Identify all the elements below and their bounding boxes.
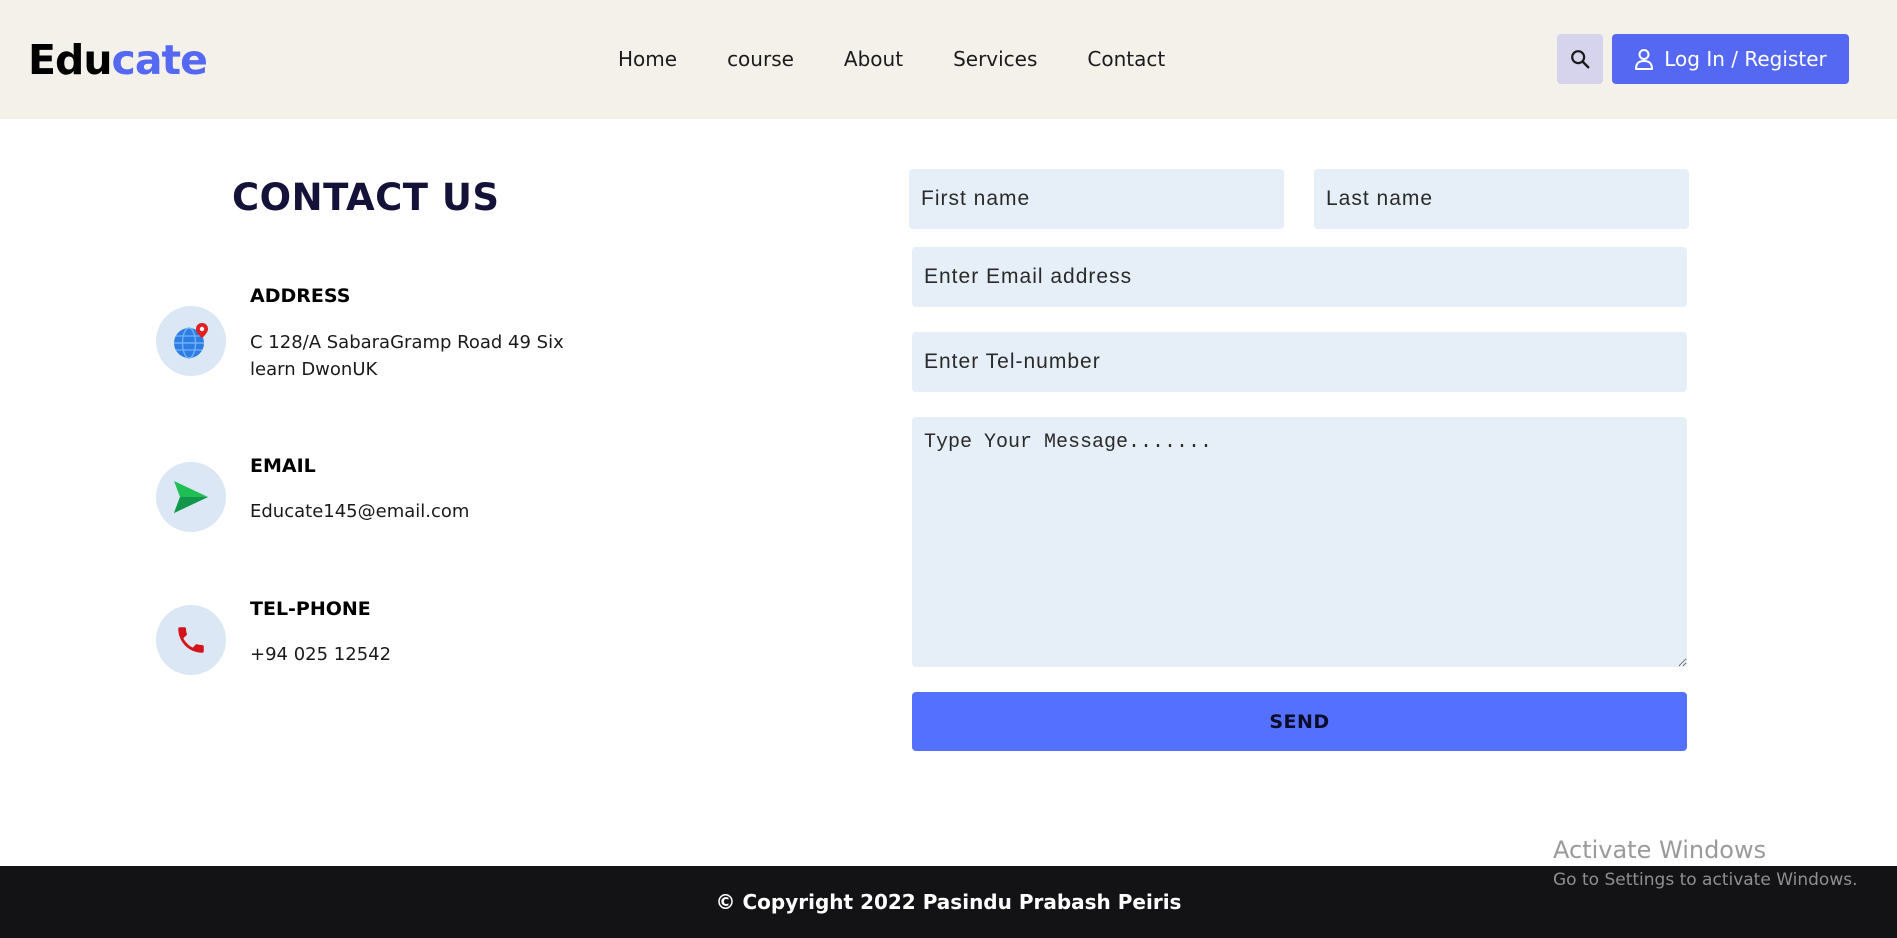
logo-part-cate: cate xyxy=(111,36,208,84)
header-bar: Educate Home course About Services Conta… xyxy=(0,0,1897,119)
message-textarea[interactable] xyxy=(912,417,1687,667)
address-heading: ADDRESS xyxy=(250,285,351,307)
copyright-text: © Copyright 2022 Pasindu Prabash Peiris xyxy=(715,890,1182,914)
phone-heading: TEL-PHONE xyxy=(250,598,371,620)
tel-input[interactable] xyxy=(912,332,1687,392)
send-button[interactable]: SEND xyxy=(912,692,1687,751)
page-title: CONTACT US xyxy=(232,176,500,219)
nav-item-contact[interactable]: Contact xyxy=(1087,46,1165,72)
login-register-button[interactable]: Log In / Register xyxy=(1612,34,1849,84)
logo-part-edu: Edu xyxy=(28,36,113,84)
phone-icon xyxy=(178,627,204,653)
search-icon xyxy=(1571,50,1590,69)
activate-windows-subtitle: Go to Settings to activate Windows. xyxy=(1553,870,1858,890)
globe-pin-icon xyxy=(174,323,208,359)
email-input[interactable] xyxy=(912,247,1687,307)
nav-item-about[interactable]: About xyxy=(844,46,903,72)
email-heading: EMAIL xyxy=(250,455,316,477)
nav-item-course[interactable]: course xyxy=(727,46,794,72)
phone-value: +94 025 12542 xyxy=(250,644,392,665)
phone-icon-circle xyxy=(156,605,226,675)
address-line-1: C 128/A SabaraGramp Road 49 Six xyxy=(250,332,564,353)
send-icon xyxy=(174,481,208,513)
login-register-label: Log In / Register xyxy=(1664,47,1827,71)
search-button[interactable] xyxy=(1557,34,1603,84)
email-icon-circle xyxy=(156,462,226,532)
main-nav: Home course About Services Contact xyxy=(618,46,1215,72)
address-line-2: learn DwonUK xyxy=(250,359,378,380)
activate-windows-title: Activate Windows xyxy=(1553,836,1767,864)
address-icon-circle xyxy=(156,306,226,376)
logo[interactable]: Educate xyxy=(28,36,208,84)
nav-item-home[interactable]: Home xyxy=(618,46,677,72)
last-name-input[interactable] xyxy=(1314,169,1689,229)
first-name-input[interactable] xyxy=(909,169,1284,229)
nav-item-services[interactable]: Services xyxy=(953,46,1037,72)
email-value: Educate145@email.com xyxy=(250,501,470,522)
user-icon xyxy=(1635,49,1654,70)
